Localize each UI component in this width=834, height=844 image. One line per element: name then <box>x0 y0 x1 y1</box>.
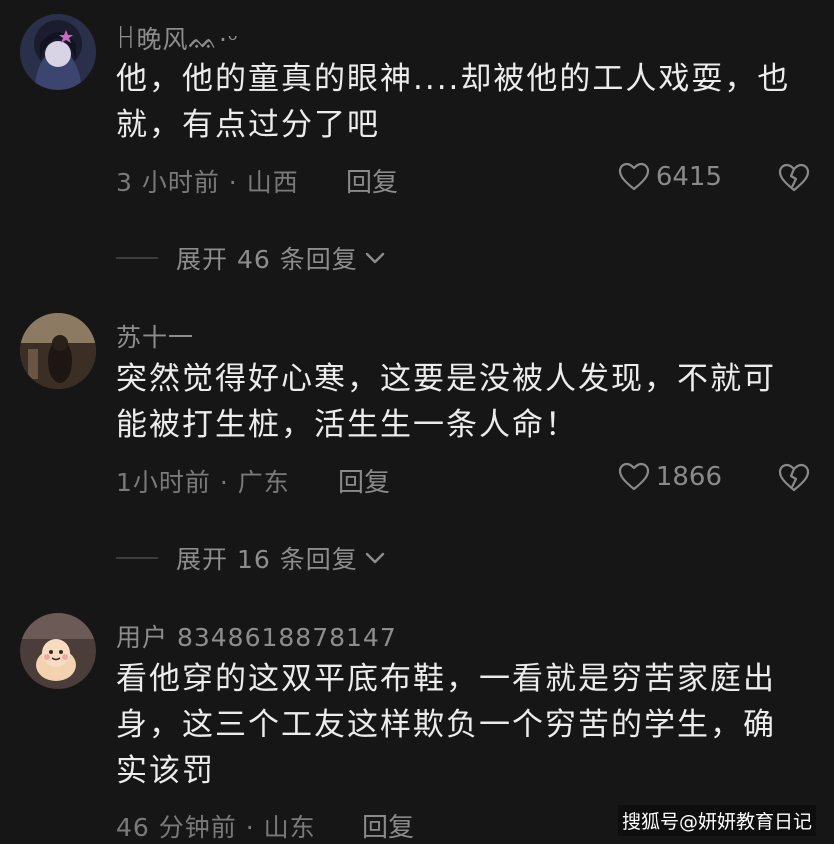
avatar[interactable] <box>20 14 96 90</box>
username[interactable]: 用户 8348618878147 <box>116 618 397 654</box>
username[interactable]: 苏十一 <box>116 318 194 354</box>
comment-text: 突然觉得好心寒，这要是没被人发现，不就可能被打生桩，活生生一条人命！ <box>116 361 776 443</box>
username[interactable]: ꀿ晚风ᨐ·ᵕ <box>116 20 239 56</box>
chevron-down-icon <box>365 552 384 564</box>
expand-replies-label: 展开 46 条回复 <box>176 245 358 274</box>
like-count: 6415 <box>655 162 722 192</box>
reply-button[interactable]: 回复 <box>362 807 414 844</box>
comment-meta: 3 小时前 · 山西 <box>116 168 299 197</box>
expand-replies-label: 展开 16 条回复 <box>176 545 358 574</box>
expand-replies-button[interactable]: 展开 46 条回复 <box>116 240 386 276</box>
broken-heart-icon <box>778 163 810 192</box>
divider-line <box>116 257 158 259</box>
comment-meta: 46 分钟前 · 山东 <box>116 813 316 842</box>
reply-button[interactable]: 回复 <box>338 462 390 499</box>
avatar[interactable] <box>20 613 96 689</box>
like-button[interactable]: 1866 <box>618 462 722 492</box>
chevron-down-icon <box>365 252 384 264</box>
comment-text: 他，他的童真的眼神....却被他的工人戏耍，也就，有点过分了吧 <box>116 61 791 143</box>
comment-meta: 1小时前 · 广东 <box>116 468 290 497</box>
heart-icon <box>618 162 649 191</box>
avatar[interactable] <box>20 313 96 389</box>
dislike-button[interactable] <box>778 463 810 497</box>
expand-replies-button[interactable]: 展开 16 条回复 <box>116 540 386 576</box>
heart-icon <box>618 462 649 491</box>
divider-line <box>116 557 158 559</box>
dislike-button[interactable] <box>778 163 810 197</box>
reply-button[interactable]: 回复 <box>346 162 398 199</box>
watermark: 搜狐号@妍妍教育日记 <box>617 805 816 836</box>
like-count: 1866 <box>655 462 722 492</box>
broken-heart-icon <box>778 463 810 492</box>
like-button[interactable]: 6415 <box>618 162 722 192</box>
comment-text: 看他穿的这双平底布鞋，一看就是穷苦家庭出身，这三个工友这样欺负一个穷苦的学生，确… <box>116 661 776 789</box>
